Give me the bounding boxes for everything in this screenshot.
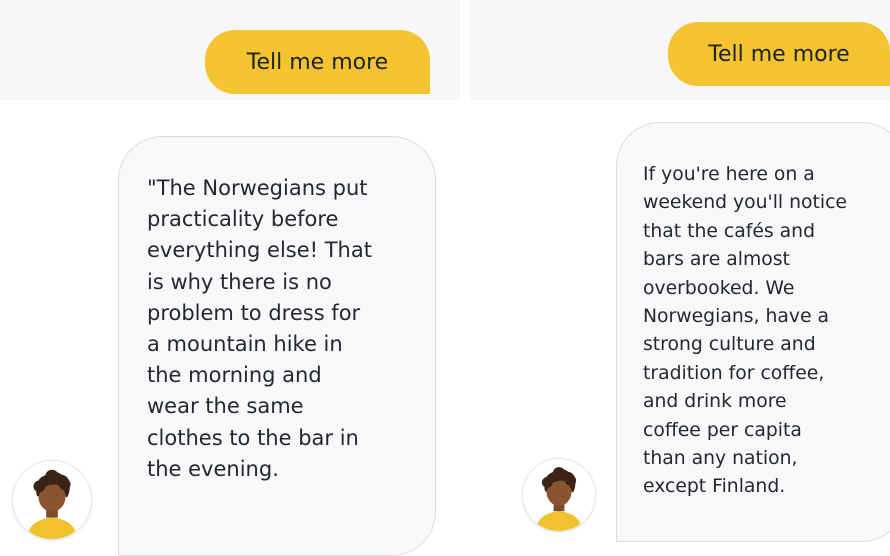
tell-me-more-button[interactable]: Tell me more	[668, 22, 890, 86]
bot-message-text: If you're here on a weekend you'll notic…	[643, 164, 847, 498]
bot-message-bubble: "The Norwegians put practicality before …	[118, 136, 436, 556]
chat-panel-left: Tell me more "The Norwegians put practic…	[0, 0, 460, 556]
tell-me-more-button[interactable]: Tell me more	[205, 30, 430, 94]
chat-panel-right: Tell me more If you're here on a weekend…	[470, 0, 890, 542]
person-avatar-icon	[522, 458, 596, 532]
person-avatar-icon	[12, 460, 92, 540]
bot-message-bubble: If you're here on a weekend you'll notic…	[616, 122, 890, 542]
bot-message-text: "The Norwegians put practicality before …	[147, 176, 372, 481]
